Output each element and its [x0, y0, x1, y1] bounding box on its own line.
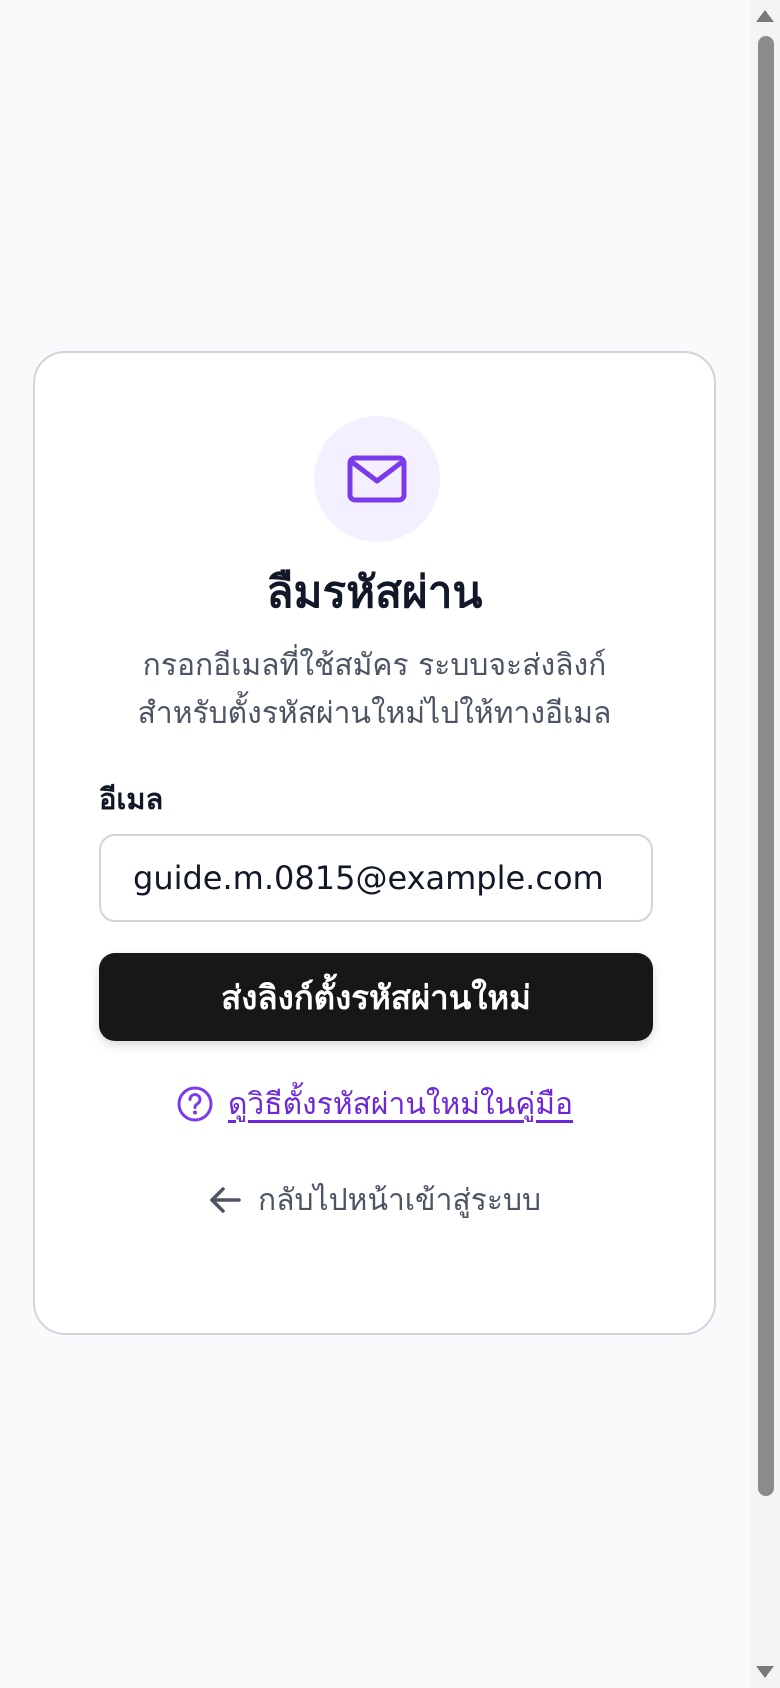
- email-field[interactable]: [99, 834, 653, 922]
- back-to-login-label: กลับไปหน้าเข้าสู่ระบบ: [257, 1182, 542, 1218]
- scroll-down-arrow-icon[interactable]: [756, 1666, 774, 1678]
- email-label: อีเมล: [99, 782, 164, 816]
- page-title: ลืมรหัสผ่าน: [266, 567, 483, 618]
- help-guide-link[interactable]: ดูวิธีตั้งรหัสผ่านใหม่ในคู่มือ: [35, 1078, 714, 1130]
- forgot-password-card: ลืมรหัสผ่าน กรอกอีเมลที่ใช้สมัคร ระบบจะส…: [33, 351, 716, 1335]
- help-circle-icon: [177, 1086, 213, 1122]
- help-guide-label: ดูวิธีตั้งรหัสผ่านใหม่ในคู่มือ: [227, 1086, 574, 1122]
- subtitle-line-1: กรอกอีเมลที่ใช้สมัคร ระบบจะส่งลิงก์: [142, 648, 607, 683]
- subtitle-line-2: สำหรับตั้งรหัสผ่านใหม่ไปให้ทางอีเมล: [137, 696, 612, 731]
- back-to-login-link[interactable]: กลับไปหน้าเข้าสู่ระบบ: [35, 1174, 714, 1226]
- scrollbar-thumb[interactable]: [758, 36, 774, 1496]
- mail-icon-badge: [314, 416, 440, 542]
- arrow-left-icon: [210, 1187, 241, 1213]
- vertical-scrollbar[interactable]: [750, 0, 780, 1688]
- send-reset-link-button[interactable]: ส่งลิงก์ตั้งรหัสผ่านใหม่: [99, 953, 653, 1041]
- mail-icon: [347, 455, 407, 503]
- page-subtitle: กรอกอีเมลที่ใช้สมัคร ระบบจะส่งลิงก์ สำหร…: [75, 642, 674, 738]
- scroll-up-arrow-icon[interactable]: [756, 10, 774, 22]
- page-viewport: ลืมรหัสผ่าน กรอกอีเมลที่ใช้สมัคร ระบบจะส…: [0, 0, 780, 1688]
